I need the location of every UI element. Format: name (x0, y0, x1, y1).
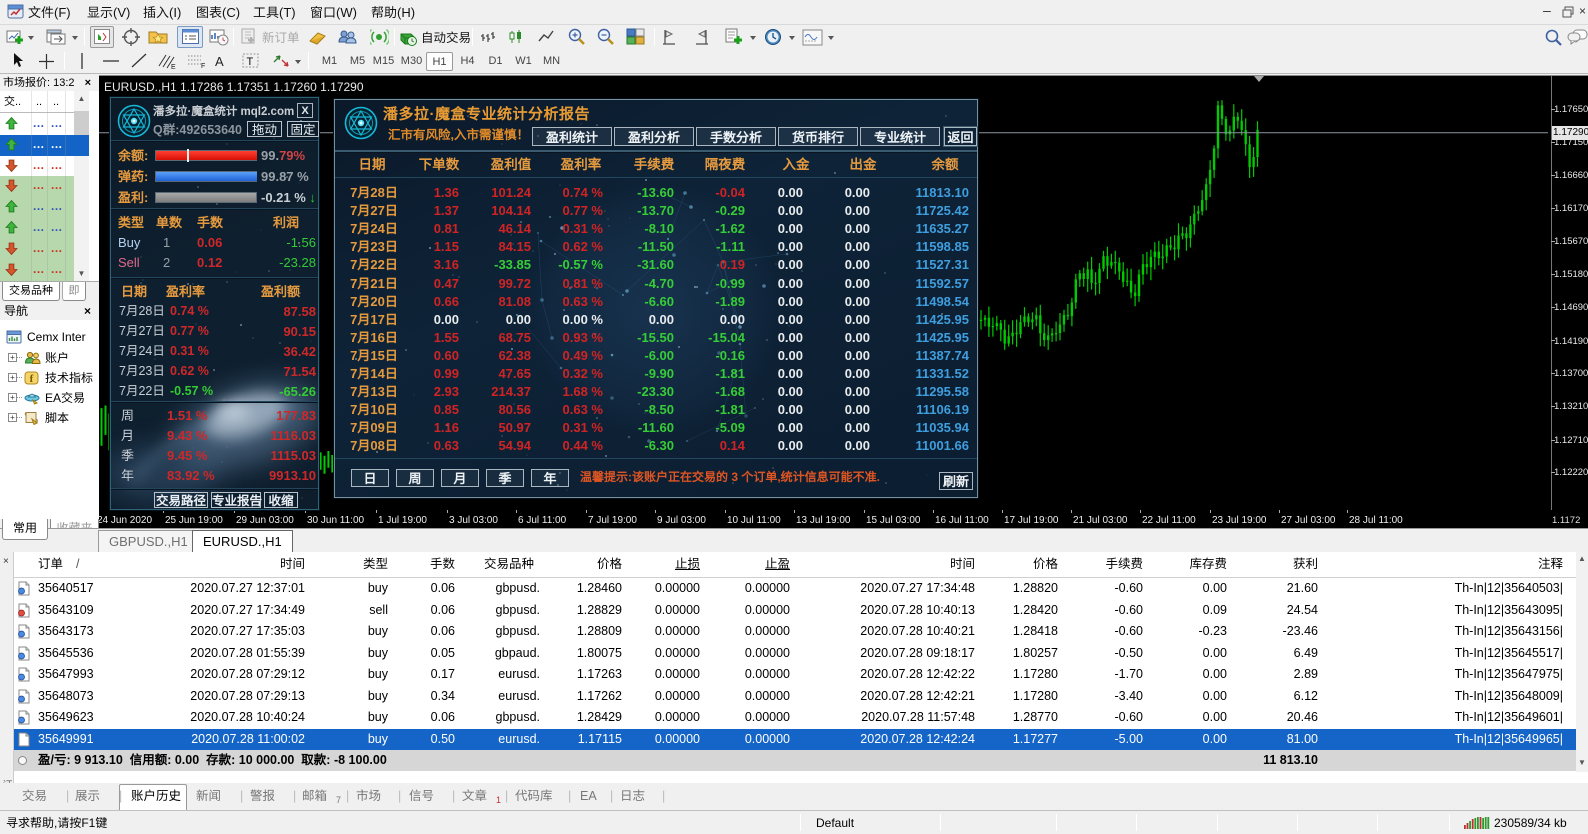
svg-text:f: f (30, 373, 34, 385)
svg-text:F: F (201, 63, 205, 70)
svg-text:E: E (171, 64, 176, 70)
svg-text:T: T (247, 56, 254, 68)
